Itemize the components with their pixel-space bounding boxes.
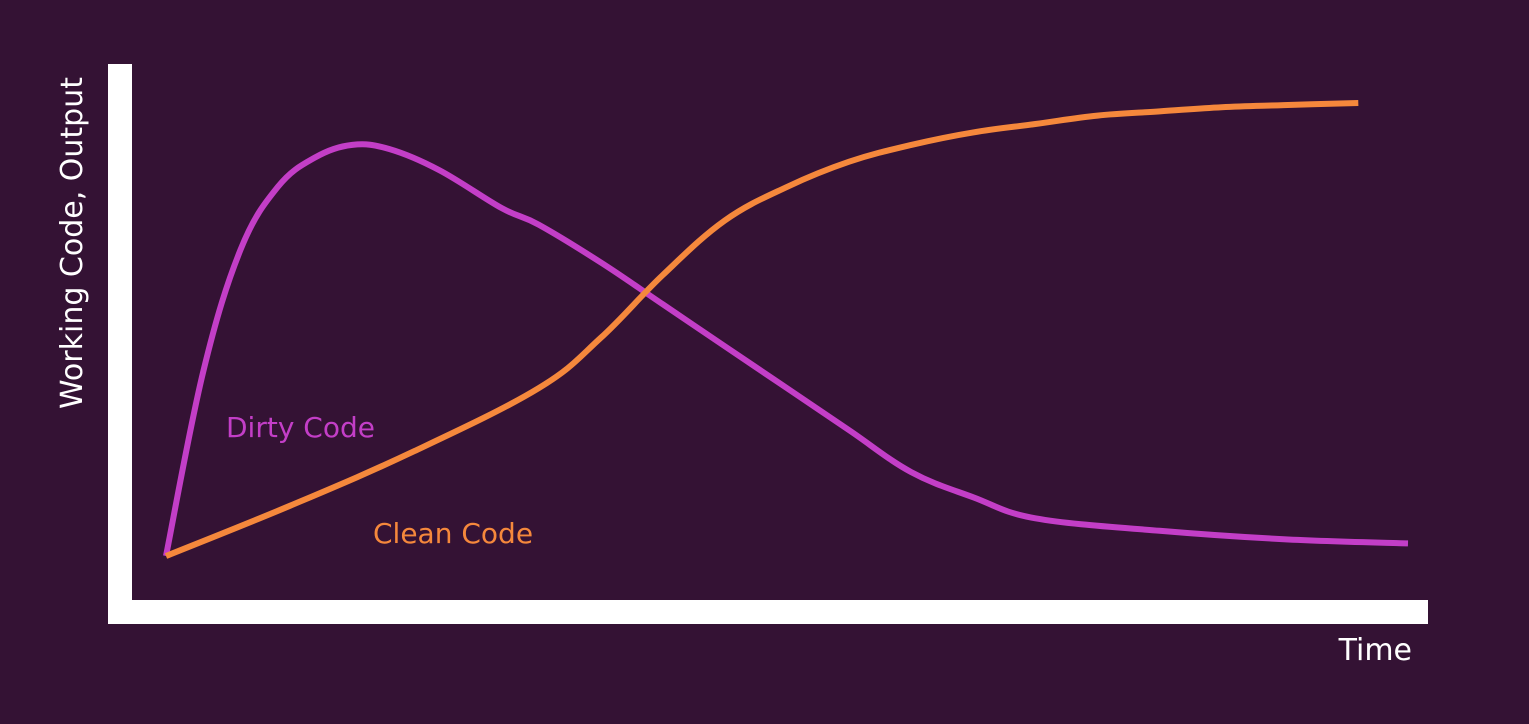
x-axis-label: Time bbox=[1338, 633, 1412, 668]
series-line-clean-code bbox=[164, 100, 1359, 559]
series-label-clean-code: Clean Code bbox=[373, 517, 533, 550]
series-line-dirty-code bbox=[163, 141, 1409, 557]
line-chart: Working Code, Output Time Dirty Code Cle… bbox=[55, 64, 1428, 668]
y-axis-label: Working Code, Output bbox=[55, 77, 90, 409]
series-layer bbox=[163, 100, 1409, 559]
series-label-dirty-code: Dirty Code bbox=[226, 411, 375, 444]
chart-axes bbox=[108, 64, 1428, 624]
x-axis-line bbox=[108, 600, 1428, 624]
y-axis-line bbox=[108, 64, 132, 624]
